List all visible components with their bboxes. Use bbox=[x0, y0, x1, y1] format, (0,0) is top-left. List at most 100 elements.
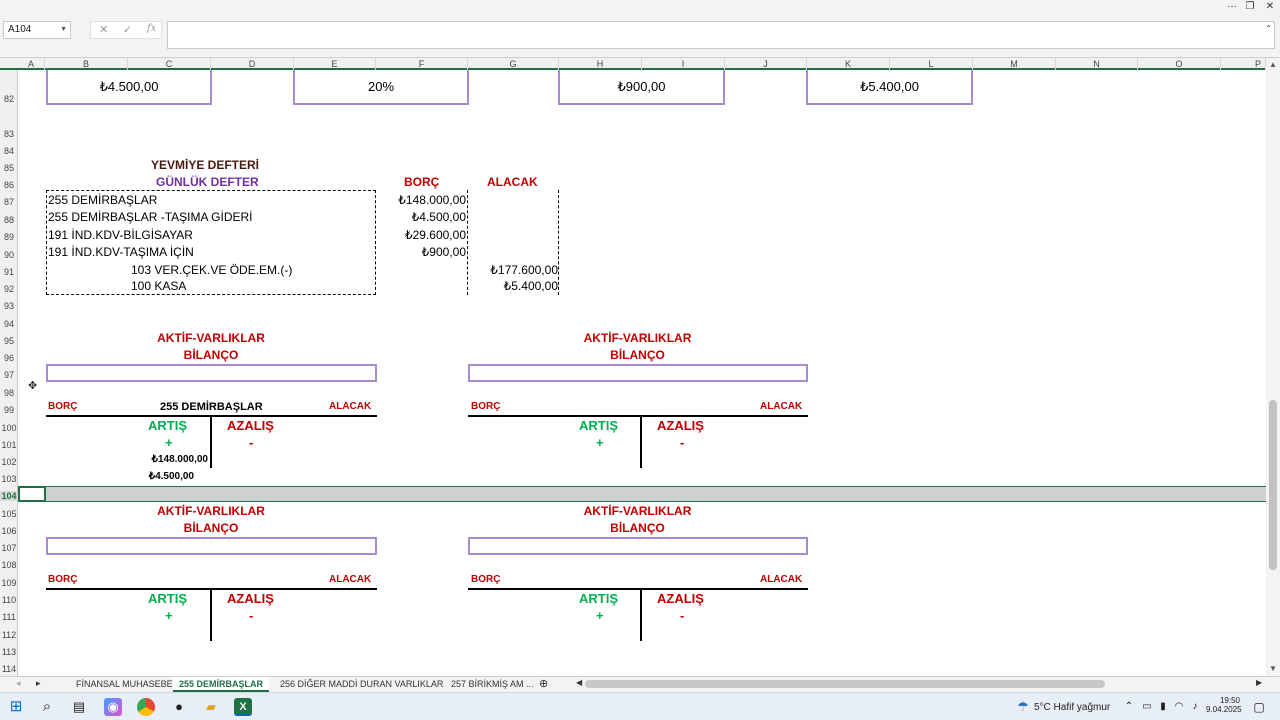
copilot-icon[interactable]: ◉ bbox=[104, 698, 122, 716]
weather-text[interactable]: 5°C Hafif yağmur bbox=[1034, 702, 1110, 713]
scrollbar-thumb[interactable] bbox=[1269, 400, 1277, 570]
value-box[interactable]: 20% bbox=[293, 70, 469, 105]
journal-account[interactable]: 191 İND.KDV-TAŞIMA İÇİN bbox=[48, 245, 194, 259]
scroll-up-icon[interactable]: ▲ bbox=[1269, 60, 1277, 69]
column-header[interactable]: I bbox=[642, 58, 725, 70]
scroll-down-icon[interactable]: ▼ bbox=[1269, 664, 1277, 673]
column-header[interactable]: B bbox=[45, 58, 128, 70]
journal-account[interactable]: 191 İND.KDV-BİLGİSAYAR bbox=[48, 228, 193, 242]
column-header[interactable]: G bbox=[468, 58, 559, 70]
row-header[interactable]: 113 bbox=[0, 647, 18, 657]
chevron-up-icon[interactable]: ⌃ bbox=[1120, 698, 1138, 716]
row-header[interactable]: 93 bbox=[0, 301, 18, 311]
value-box[interactable]: ₺4.500,00 bbox=[46, 70, 212, 105]
row-header[interactable]: 114 bbox=[0, 664, 18, 674]
row-header[interactable]: 82 bbox=[0, 94, 18, 104]
row-header[interactable]: 112 bbox=[0, 630, 18, 640]
column-header[interactable]: E bbox=[294, 58, 376, 70]
row-header[interactable]: 94 bbox=[0, 319, 18, 329]
row-header[interactable]: 111 bbox=[0, 612, 18, 622]
column-header[interactable]: J bbox=[725, 58, 807, 70]
formula-input[interactable] bbox=[167, 21, 1275, 49]
row-header[interactable]: 107 bbox=[0, 543, 18, 553]
name-box[interactable]: A104 ▼ bbox=[3, 21, 71, 39]
column-header[interactable]: N bbox=[1056, 58, 1138, 70]
row-header-selected[interactable]: 104 bbox=[0, 491, 18, 501]
row-header[interactable]: 83 bbox=[0, 129, 18, 139]
restore-window-icon[interactable]: ❐ bbox=[1242, 0, 1258, 14]
notifications-icon[interactable]: ▢ bbox=[1250, 698, 1268, 716]
t-account-title-box[interactable] bbox=[46, 537, 377, 555]
search-icon[interactable]: ⌕ bbox=[38, 698, 56, 716]
row-header[interactable]: 87 bbox=[0, 197, 18, 207]
row-header[interactable]: 92 bbox=[0, 284, 18, 294]
row-header[interactable]: 108 bbox=[0, 560, 18, 570]
column-header[interactable]: A bbox=[18, 58, 45, 70]
selected-row[interactable] bbox=[18, 486, 1266, 502]
add-sheet-icon[interactable]: ⊕ bbox=[539, 677, 548, 690]
journal-account[interactable]: 255 DEMİRBAŞLAR -TAŞIMA GİDERİ bbox=[48, 210, 253, 224]
task-view-icon[interactable]: ▤ bbox=[70, 698, 88, 716]
row-header[interactable]: 86 bbox=[0, 180, 18, 190]
insert-function-icon[interactable]: fx bbox=[147, 23, 156, 34]
row-header[interactable]: 97 bbox=[0, 370, 18, 380]
hscroll-left-icon[interactable]: ◀ bbox=[576, 678, 582, 687]
journal-account[interactable]: 100 KASA bbox=[131, 279, 186, 293]
more-options-icon[interactable]: ··· bbox=[1224, 0, 1240, 14]
windows-start-icon[interactable]: ⊞ bbox=[7, 698, 25, 716]
value-box[interactable]: ₺5.400,00 bbox=[806, 70, 973, 105]
clock[interactable]: 19:50 9.04.2025 bbox=[1206, 696, 1242, 714]
cancel-icon[interactable]: ✕ bbox=[99, 23, 108, 36]
row-header[interactable]: 99 bbox=[0, 405, 18, 415]
row-header[interactable]: 103 bbox=[0, 474, 18, 484]
row-header[interactable]: 105 bbox=[0, 509, 18, 519]
row-header[interactable]: 98 bbox=[0, 388, 18, 398]
row-header[interactable]: 91 bbox=[0, 267, 18, 277]
expand-formula-icon[interactable]: ⌃ bbox=[1265, 24, 1272, 33]
app-icon[interactable]: ● bbox=[170, 698, 188, 716]
column-header[interactable]: F bbox=[376, 58, 468, 70]
chevron-down-icon[interactable]: ▼ bbox=[60, 22, 67, 38]
chrome-icon[interactable] bbox=[137, 698, 155, 716]
row-header[interactable]: 85 bbox=[0, 163, 18, 173]
t-account-entry[interactable]: ₺148.000,00 bbox=[128, 454, 208, 465]
journal-debit[interactable]: ₺148.000,00 bbox=[376, 193, 466, 207]
row-header[interactable]: 88 bbox=[0, 215, 18, 225]
t-account-title-box[interactable] bbox=[468, 364, 808, 382]
column-header[interactable]: H bbox=[559, 58, 642, 70]
excel-icon[interactable]: X bbox=[234, 698, 252, 716]
tab-255-demirbaslar[interactable]: 255 DEMİRBAŞLAR bbox=[173, 677, 270, 692]
value-box[interactable]: ₺900,00 bbox=[558, 70, 725, 105]
hscroll-right-icon[interactable]: ▶ bbox=[1256, 678, 1262, 687]
active-cell[interactable] bbox=[18, 486, 46, 502]
column-header[interactable]: K bbox=[807, 58, 890, 70]
t-account-title-box[interactable] bbox=[46, 364, 377, 382]
tab-scroll-right-icon[interactable]: ▸ bbox=[36, 678, 41, 689]
tab-256-diger-maddi[interactable]: 256 DİĞER MADDİ DURAN VARLIKLAR bbox=[274, 677, 449, 692]
column-header[interactable]: L bbox=[890, 58, 973, 70]
journal-debit[interactable]: ₺29.600,00 bbox=[376, 228, 466, 242]
column-header[interactable]: C bbox=[128, 58, 211, 70]
close-window-icon[interactable]: ✕ bbox=[1262, 0, 1278, 14]
column-header[interactable]: D bbox=[211, 58, 294, 70]
row-header[interactable]: 106 bbox=[0, 526, 18, 536]
tab-scroll-left-icon[interactable]: ◂ bbox=[16, 678, 21, 689]
weather-icon[interactable]: ☂ bbox=[1014, 698, 1032, 716]
vertical-scrollbar[interactable]: ▲ ▼ bbox=[1266, 58, 1280, 676]
row-header[interactable]: 101 bbox=[0, 440, 18, 450]
journal-debit[interactable]: ₺900,00 bbox=[376, 245, 466, 259]
journal-debit[interactable]: ₺4.500,00 bbox=[376, 210, 466, 224]
journal-credit[interactable]: ₺5.400,00 bbox=[468, 279, 558, 293]
tab-finansal-muhasebe[interactable]: FİNANSAL MUHASEBE bbox=[70, 677, 179, 692]
row-header[interactable]: 95 bbox=[0, 336, 18, 346]
row-header[interactable]: 90 bbox=[0, 250, 18, 260]
column-header[interactable]: M bbox=[973, 58, 1056, 70]
row-header[interactable]: 102 bbox=[0, 457, 18, 467]
tab-257-birikmis[interactable]: 257 BİRİKMİŞ AM ... bbox=[445, 677, 540, 692]
t-account-title-box[interactable] bbox=[468, 537, 808, 555]
row-header[interactable]: 96 bbox=[0, 353, 18, 363]
column-header[interactable]: O bbox=[1138, 58, 1221, 70]
volume-icon[interactable]: ♪ bbox=[1186, 698, 1204, 716]
worksheet-grid[interactable]: ₺4.500,00 20% ₺900,00 ₺5.400,00 YEVMİYE … bbox=[18, 70, 1266, 676]
column-header[interactable]: P bbox=[1221, 58, 1266, 70]
